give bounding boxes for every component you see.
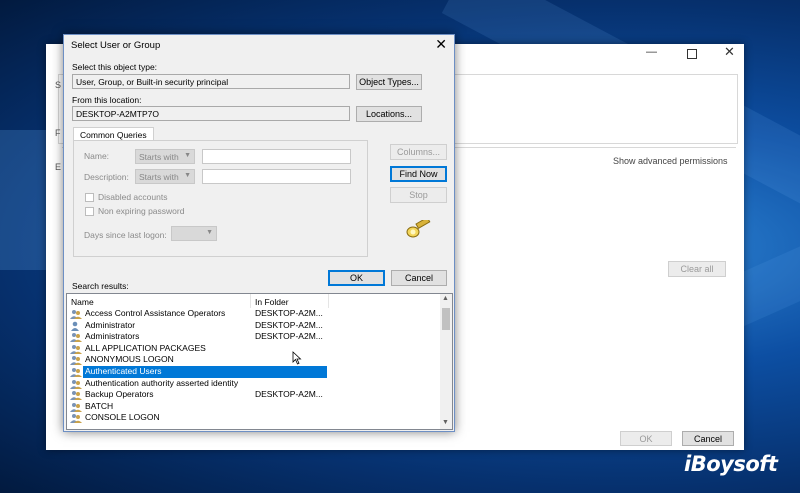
- days-since-logon-select[interactable]: ▼: [171, 226, 217, 241]
- group-icon: [70, 310, 82, 319]
- group-icon: [70, 402, 82, 412]
- chevron-down-icon: ▼: [184, 152, 191, 159]
- bg-ok-button[interactable]: OK: [620, 431, 672, 446]
- table-row[interactable]: Access Control Assistance Operators DESKT…: [67, 308, 441, 320]
- description-input[interactable]: [202, 169, 351, 184]
- table-row[interactable]: ALL APPLICATION PACKAGES: [67, 343, 441, 355]
- search-results-label: Search results:: [72, 281, 129, 291]
- find-now-button[interactable]: Find Now: [390, 166, 447, 182]
- ok-button[interactable]: OK: [328, 270, 385, 286]
- group-icon: [70, 333, 82, 343]
- disabled-accounts-label: Disabled accounts: [98, 192, 168, 202]
- row-folder: DESKTOP-A2M...: [255, 389, 323, 400]
- scroll-down-icon[interactable]: ▼: [442, 419, 449, 426]
- table-row[interactable]: BATCH: [67, 401, 441, 413]
- row-name: CONSOLE LOGON: [85, 412, 160, 423]
- table-row[interactable]: Backup Operators DESKTOP-A2M...: [67, 389, 441, 401]
- description-match-select[interactable]: Starts with ▼: [135, 169, 195, 184]
- common-queries-panel: Name: Starts with ▼ Description: Starts …: [73, 140, 368, 257]
- days-since-logon-label: Days since last logon:: [84, 230, 167, 240]
- row-name: Administrators: [85, 331, 140, 342]
- name-label: Name:: [84, 151, 110, 161]
- group-icon: [70, 344, 82, 354]
- table-row[interactable]: Administrator DESKTOP-A2M...: [67, 320, 441, 332]
- bg-cancel-button[interactable]: Cancel: [682, 431, 734, 446]
- object-types-button[interactable]: Object Types...: [356, 74, 422, 90]
- row-name: Administrator: [85, 319, 136, 330]
- locations-button[interactable]: Locations...: [356, 106, 422, 122]
- row-name: Backup Operators: [85, 389, 154, 400]
- search-results-list[interactable]: Name In Folder Access Control Assistance…: [66, 293, 453, 430]
- scroll-up-icon[interactable]: ▲: [442, 295, 449, 302]
- select-user-or-group-dialog: Select User or Group ✕ Select this objec…: [63, 34, 455, 432]
- row-name: Authenticated Users: [85, 366, 162, 376]
- search-flashlight-icon: [406, 220, 431, 238]
- description-label: Description:: [84, 172, 129, 182]
- table-row[interactable]: CONSOLE LOGON: [67, 412, 441, 424]
- minimize-icon[interactable]: —: [646, 46, 657, 58]
- bg-edge-letter: S: [55, 80, 62, 90]
- column-header-name[interactable]: Name: [67, 294, 251, 308]
- description-match-value: Starts with: [139, 172, 179, 182]
- dialog-title: Select User or Group: [71, 40, 161, 51]
- clear-all-button[interactable]: Clear all: [668, 261, 726, 277]
- row-folder: DESKTOP-A2M...: [255, 331, 323, 342]
- group-icon: [70, 391, 82, 401]
- columns-button[interactable]: Columns...: [390, 144, 447, 160]
- disabled-accounts-checkbox[interactable]: [85, 193, 94, 202]
- table-row[interactable]: ANONYMOUS LOGON: [67, 354, 441, 366]
- row-name: ANONYMOUS LOGON: [85, 354, 174, 365]
- group-icon: [70, 356, 82, 366]
- table-row[interactable]: Administrators DESKTOP-A2M...: [67, 331, 441, 343]
- group-icon: [70, 368, 82, 377]
- bg-edge-letter: E: [55, 162, 62, 172]
- table-row[interactable]: Authenticated Users: [67, 366, 441, 378]
- results-scrollbar[interactable]: ▲ ▼: [440, 294, 452, 429]
- name-input[interactable]: [202, 149, 351, 164]
- user-icon: [71, 321, 79, 331]
- mouse-cursor-icon: [292, 351, 302, 365]
- row-folder: DESKTOP-A2M...: [255, 319, 323, 330]
- column-header-in-folder[interactable]: In Folder: [251, 294, 329, 308]
- row-name: Authentication authority asserted identi…: [85, 377, 239, 388]
- stop-button[interactable]: Stop: [390, 187, 447, 203]
- close-icon[interactable]: ✕: [724, 44, 735, 60]
- tab-common-queries[interactable]: Common Queries: [73, 127, 154, 141]
- object-type-label: Select this object type:: [72, 62, 158, 72]
- bg-edge-letter: F: [55, 128, 61, 138]
- scrollbar-thumb[interactable]: [442, 308, 450, 330]
- non-expiring-password-checkbox[interactable]: [85, 207, 94, 216]
- location-field: DESKTOP-A2MTP7O: [72, 106, 350, 121]
- row-name: Access Control Assistance Operators: [85, 308, 226, 318]
- close-icon[interactable]: ✕: [435, 36, 447, 53]
- chevron-down-icon: ▼: [184, 172, 191, 179]
- row-folder: DESKTOP-A2M...: [255, 308, 323, 318]
- name-match-value: Starts with: [139, 152, 179, 162]
- show-advanced-permissions[interactable]: Show advanced permissions: [613, 156, 728, 166]
- row-name: ALL APPLICATION PACKAGES: [85, 342, 206, 353]
- location-label: From this location:: [72, 95, 142, 105]
- chevron-down-icon: ▼: [206, 229, 213, 236]
- name-match-select[interactable]: Starts with ▼: [135, 149, 195, 164]
- row-name: BATCH: [85, 400, 114, 411]
- object-type-field: User, Group, or Built-in security princi…: [72, 74, 350, 89]
- maximize-icon[interactable]: [687, 49, 697, 59]
- cancel-button[interactable]: Cancel: [391, 270, 447, 286]
- iboysoft-logo: iBoysoft: [684, 452, 778, 476]
- table-row[interactable]: Authentication authority asserted identi…: [67, 378, 441, 390]
- group-icon: [70, 414, 82, 424]
- non-expiring-password-label: Non expiring password: [98, 206, 185, 216]
- group-icon: [70, 379, 82, 389]
